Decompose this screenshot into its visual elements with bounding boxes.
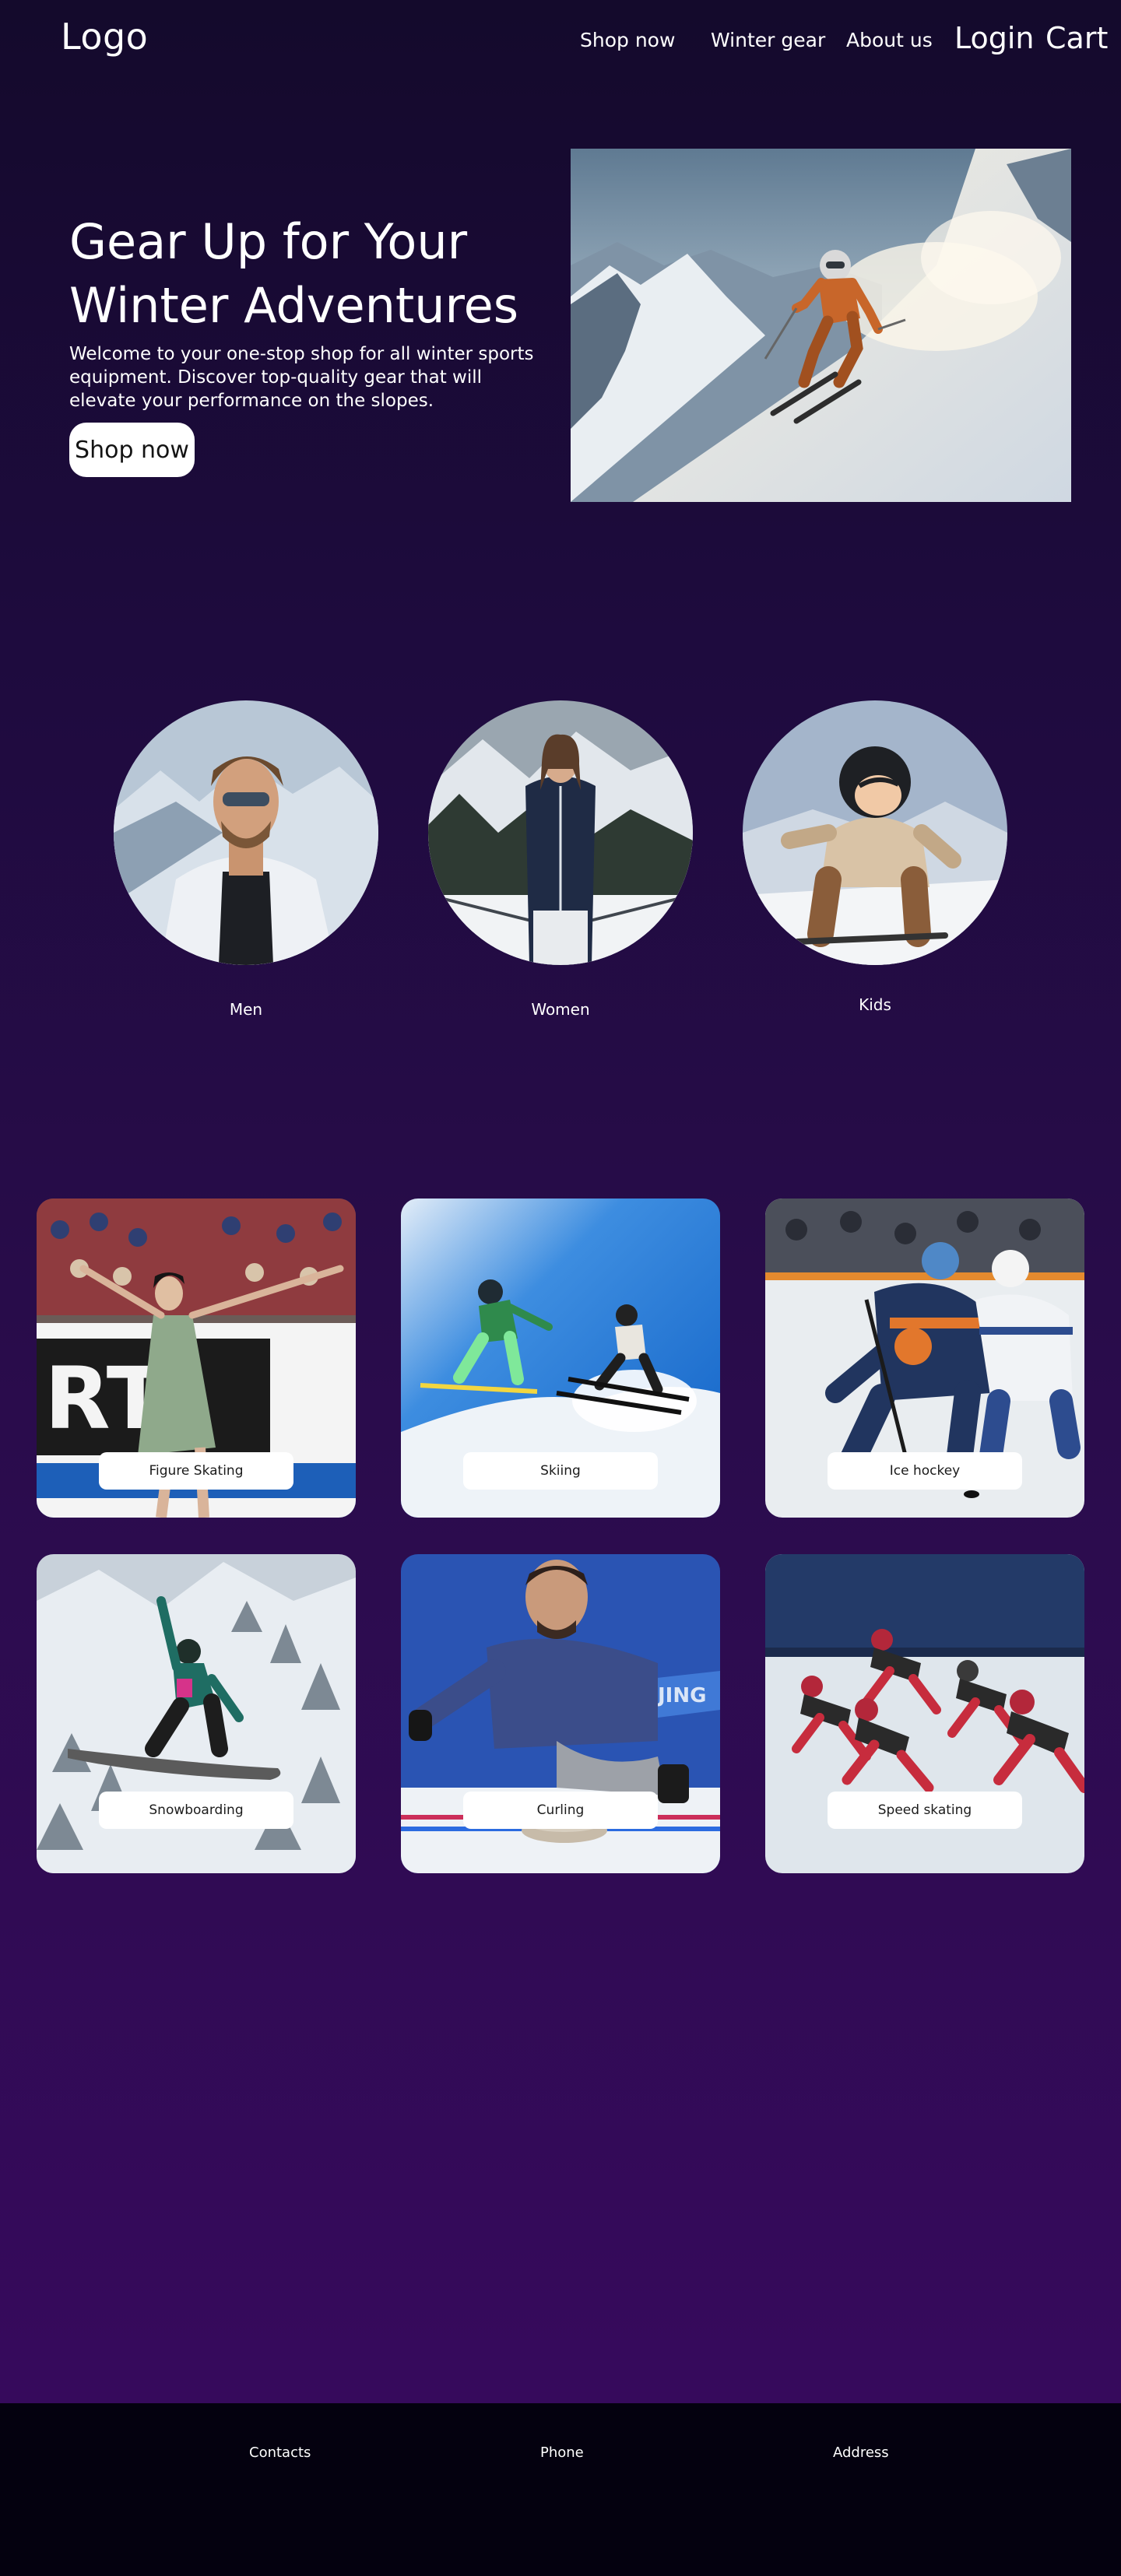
nav-about-us[interactable]: About us (846, 29, 933, 51)
hero-shop-now-button[interactable]: Shop now (69, 423, 195, 477)
hero-title: Gear Up for Your Winter Adventures (69, 213, 519, 334)
category-kids[interactable]: Kids (743, 700, 1007, 1027)
sport-card-speed-skating[interactable]: Speed skating (765, 1554, 1084, 1873)
footer-phone-link[interactable]: Phone (540, 2444, 584, 2461)
sport-card-ice-hockey[interactable]: Ice hockey (765, 1199, 1084, 1518)
nav-winter-gear[interactable]: Winter gear (711, 29, 825, 51)
hero-description: Welcome to your one-stop shop for all wi… (69, 344, 534, 411)
sport-label-curling[interactable]: Curling (463, 1792, 658, 1829)
sport-card-snowboarding[interactable]: Snowboarding (37, 1554, 356, 1873)
men-photo[interactable] (114, 700, 378, 965)
sport-label-figure-skating[interactable]: Figure Skating (99, 1452, 293, 1490)
sport-label-speed-skating[interactable]: Speed skating (828, 1792, 1022, 1829)
sport-label-skiing[interactable]: Skiing (463, 1452, 658, 1490)
sport-card-skiing[interactable]: Skiing (401, 1199, 720, 1518)
login-link[interactable]: Login (954, 21, 1035, 55)
site-footer: Contacts Phone Address (0, 2403, 1121, 2576)
footer-contacts-link[interactable]: Contacts (249, 2444, 311, 2461)
site-header: Logo Shop now Winter gear About us Login… (0, 0, 1121, 81)
hero-skier-image (571, 149, 1071, 502)
sport-card-curling[interactable]: JING Curling (401, 1554, 720, 1873)
category-men[interactable]: Men (114, 700, 378, 1027)
sport-card-figure-skating[interactable]: RTI Figure Skating (37, 1199, 356, 1518)
women-photo[interactable] (428, 700, 693, 965)
cart-link[interactable]: Cart (1045, 21, 1108, 55)
category-men-label[interactable]: Men (114, 1000, 378, 1019)
category-women[interactable]: Women (428, 700, 693, 1027)
sport-label-ice-hockey[interactable]: Ice hockey (828, 1452, 1022, 1490)
sport-label-snowboarding[interactable]: Snowboarding (99, 1792, 293, 1829)
svg-text:JING: JING (656, 1684, 706, 1707)
category-women-label[interactable]: Women (428, 1000, 693, 1019)
kids-photo[interactable] (743, 700, 1007, 965)
nav-shop-now[interactable]: Shop now (580, 29, 675, 51)
footer-address-link[interactable]: Address (833, 2444, 889, 2461)
category-kids-label[interactable]: Kids (743, 995, 1007, 1014)
logo[interactable]: Logo (61, 16, 148, 58)
